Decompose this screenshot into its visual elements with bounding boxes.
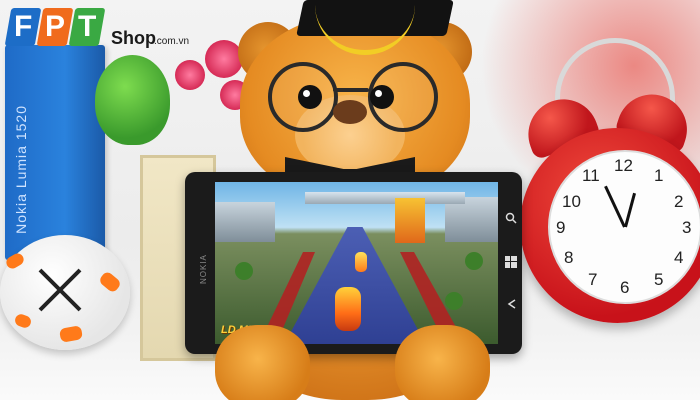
player-bike [335, 287, 361, 331]
phone-box: Nokia Lumia 1520 [5, 45, 105, 260]
fpt-letter: T [77, 10, 97, 43]
fpt-letter: F [13, 10, 33, 43]
clock-number: 4 [674, 248, 684, 267]
clock-number: 12 [614, 156, 633, 175]
windows-icon[interactable] [505, 256, 517, 268]
glasses-bridge [333, 88, 369, 92]
fpt-shop-logo: F P T Shop .com.vn [4, 6, 208, 56]
clock-number: 8 [564, 248, 574, 267]
clock-number: 6 [620, 278, 630, 297]
smartphone: NOKIA LD MEDIA [185, 172, 522, 354]
photo-scene: Nokia Lumia 1520 12 1 2 3 4 5 6 7 8 9 10… [0, 0, 700, 400]
domain-label: .com.vn [154, 36, 190, 47]
fpt-tile-f: F [4, 8, 42, 46]
clock-number: 10 [562, 192, 581, 211]
clock-number: 2 [674, 192, 684, 211]
clock-number: 5 [654, 270, 664, 289]
phone-screen-game: LD MEDIA [215, 182, 498, 344]
toy-ball [0, 235, 130, 350]
fpt-letter: P [44, 10, 65, 43]
clock-minute-hand [624, 192, 637, 228]
clock-face: 12 1 2 3 4 5 6 7 8 9 10 11 [548, 150, 700, 304]
clock-number: 7 [588, 270, 598, 289]
bear-paw-right [395, 325, 490, 400]
opponent-bike [355, 252, 367, 272]
alarm-clock: 12 1 2 3 4 5 6 7 8 9 10 11 [520, 128, 700, 323]
x-mark-icon [38, 268, 82, 312]
billboard [395, 198, 425, 243]
phone-box-label: Nokia Lumia 1520 [13, 105, 29, 234]
bear-nose [333, 100, 367, 124]
fpt-tile-p: P [36, 8, 74, 46]
search-icon[interactable] [505, 212, 517, 224]
clock-hour-hand [604, 185, 626, 228]
shop-label: Shop [111, 28, 156, 48]
bear-eye-left [298, 85, 322, 109]
phone-brand-label: NOKIA [199, 254, 208, 284]
clock-number: 9 [556, 218, 566, 237]
clock-number: 11 [582, 166, 600, 185]
fpt-tile-t: T [68, 8, 106, 46]
bear-paw-left [215, 325, 310, 400]
green-bird-toy [95, 55, 170, 145]
clock-number: 1 [654, 166, 664, 185]
bear-eye-right [370, 85, 394, 109]
back-icon[interactable] [505, 298, 517, 310]
clock-number: 3 [682, 218, 692, 237]
